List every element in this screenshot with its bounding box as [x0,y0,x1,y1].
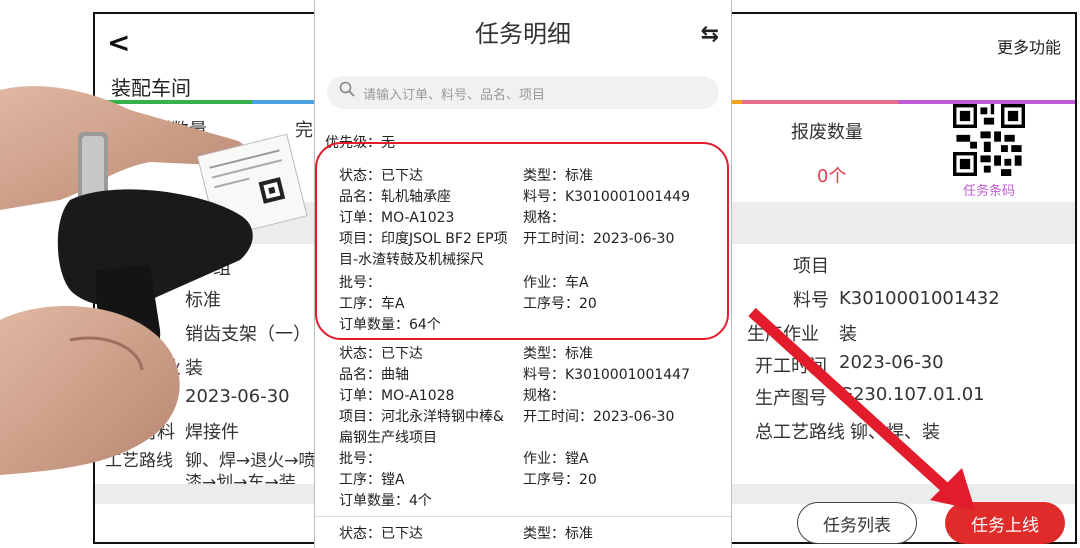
card-batch: 批号： [339,275,381,291]
qr-code-icon [953,104,1025,176]
card-process-no: 工序号：20 [523,472,597,488]
card-name: 品名：轧机轴承座 [339,189,451,205]
card-type: 类型：标准 [523,526,593,542]
scrap-qty-value: 0个 [817,166,847,187]
right-row-label: 生产图号 [755,388,827,409]
card-project: 项目：河北永洋特钢中棒& [339,409,504,425]
more-functions-button[interactable]: 更多功能 [997,34,1061,58]
card-status: 状态：已下达 [339,526,423,542]
right-row-value: 2023-06-30 [839,352,944,373]
search-icon [339,81,355,97]
right-row-label: 项目 [793,256,829,277]
task-detail-phone: 任务明细 ⇆ 请输入订单、料号、品名、项目 优先级：无 状态：已下达 类型：标准… [314,0,732,548]
task-online-button[interactable]: 任务上线 [945,502,1065,544]
right-row-value: K3010001001432 [839,288,1000,309]
card-qty: 订单数量：4个 [339,493,432,509]
task-list-button[interactable]: 任务列表 [797,502,917,544]
right-row-label: 总工艺路线 [755,422,845,443]
card-job: 作业：镗A [523,451,589,467]
card-batch: 批号： [339,451,381,467]
search-input[interactable]: 请输入订单、料号、品名、项目 [327,76,719,109]
card-order: 订单：MO-A1028 [339,388,455,404]
right-row-label: 生产作业 [747,324,819,345]
scrap-qty-label: 报废数量 [791,122,863,143]
card-spec: 规格： [523,388,565,404]
card-process-no: 工序号：20 [523,296,597,312]
card-start-time: 开工时间：2023-06-30 [523,231,675,247]
card-type: 类型：标准 [523,168,593,184]
search-placeholder: 请输入订单、料号、品名、项目 [363,88,546,103]
right-row-value: 铆、焊、装 [850,422,940,443]
card-qty: 订单数量：64个 [339,317,441,333]
card-status: 状态：已下达 [339,346,423,362]
right-row-value: G230.107.01.01 [839,384,985,405]
card-job: 作业：车A [523,275,589,291]
card-divider [315,516,731,517]
right-row-value: 装 [839,324,857,345]
right-row-label: 开工时间 [755,356,827,377]
card-status: 状态：已下达 [339,168,423,184]
card-process: 工序：车A [339,296,405,312]
card-process: 工序：镗A [339,472,405,488]
page-title: 任务明细 [475,20,571,48]
qr-code-label: 任务条码 [963,184,1016,199]
card-start-time: 开工时间：2023-06-30 [523,409,675,425]
card-type: 类型：标准 [523,346,593,362]
back-arrow-icon[interactable]: < [107,26,130,59]
card-project-cont: 扁钢生产线项目 [339,430,437,446]
card-order: 订单：MO-A1023 [339,210,455,226]
card-part-no: 料号：K3010001001449 [523,189,690,205]
card-name: 品名：曲轴 [339,367,409,383]
card-project-cont: 目-水渣转鼓及机械探尺 [339,252,485,268]
barcode-scanner-photo [0,86,308,475]
card-part-no: 料号：K3010001001447 [523,367,690,383]
right-row-label: 料号 [793,290,829,311]
card-spec: 规格： [523,210,565,226]
card-project: 项目：印度JSOL BF2 EP项 [339,231,508,247]
swap-icon[interactable]: ⇆ [701,22,719,47]
